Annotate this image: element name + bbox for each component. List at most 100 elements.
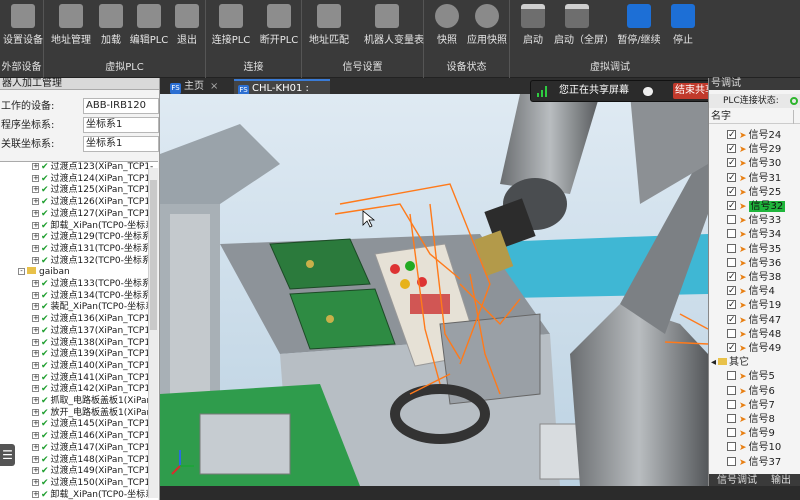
signal-checkbox[interactable] [727,270,736,284]
setup-device-button[interactable]: 设置设备 [0,4,46,52]
expand-icon[interactable]: + [32,256,39,264]
expand-icon[interactable]: + [32,455,39,463]
tree-item[interactable]: + ✔ 过渡点133(TCP0-坐标系 [32,279,151,291]
signal-row[interactable]: ➤ 信号8 [727,413,800,427]
expand-icon[interactable]: + [32,443,39,451]
signal-checkbox[interactable] [727,229,736,239]
signal-row[interactable]: ➤ 信号37 [727,456,800,470]
signal-checkbox[interactable] [727,313,736,327]
stop-button[interactable]: 停止 [660,4,706,52]
expand-icon[interactable]: + [32,221,39,229]
expand-icon[interactable]: + [32,490,39,498]
signal-row[interactable]: ➤信号31 [727,171,800,186]
tree-item[interactable]: + ✔ 过渡点123(XiPan_TCP1- [32,162,153,174]
signal-checkbox[interactable] [727,456,736,466]
tree-folder[interactable]: - gaiban [18,267,70,279]
signal-checkbox[interactable] [727,284,736,298]
signal-row[interactable]: ➤信号47 [727,313,800,328]
linked-frame-field[interactable]: 坐标系1 [83,136,159,152]
tree-item[interactable]: + ✔ 过渡点149(XiPan_TCP1- [32,466,153,478]
expand-icon[interactable]: + [32,198,39,206]
expand-icon[interactable]: + [32,408,39,416]
tree-item[interactable]: + ✔ 过渡点150(XiPan_TCP1- [32,478,153,490]
signal-row[interactable]: ➤信号4 [727,284,800,299]
signal-row[interactable]: ➤ 信号10 [727,441,800,455]
signal-checkbox[interactable] [727,171,736,185]
tree-item[interactable]: + ✔ 过渡点132(TCP0-坐标系 [32,256,151,268]
signal-row[interactable]: ➤信号32 [727,199,800,214]
tree-item[interactable]: + ✔ 过渡点139(XiPan_TCP1- [32,349,153,361]
expand-icon[interactable]: + [32,326,39,334]
disconnect-plc-button[interactable]: 断开PLC [256,4,302,52]
signal-checkbox[interactable] [727,185,736,199]
signal-group-other[interactable]: ◂ 其它 [711,356,749,370]
expand-icon[interactable]: + [32,467,39,475]
expand-icon[interactable]: + [32,373,39,381]
tree-item[interactable]: + ✔ 过渡点142(XiPan_TCP1- [32,384,153,396]
expand-icon[interactable]: + [32,244,39,252]
expand-icon[interactable]: + [32,303,39,311]
tree-item[interactable]: + ✔ 过渡点138(XiPan_TCP1- [32,338,153,350]
column-name[interactable]: 名字 [711,110,731,124]
robot-variable-table-button[interactable]: 机器人变量表 [364,4,424,52]
expand-icon[interactable]: + [32,174,39,182]
signal-checkbox[interactable] [727,371,736,381]
expand-icon[interactable]: + [32,291,39,299]
signal-checkbox[interactable] [727,215,736,225]
3d-viewport[interactable] [160,94,708,486]
start-button[interactable]: 启动 [510,4,556,52]
expand-icon[interactable]: + [32,209,39,217]
expand-icon[interactable]: + [32,420,39,428]
expand-icon[interactable]: + [32,338,39,346]
tree-item[interactable]: + ✔ 过渡点124(XiPan_TCP1- [32,174,153,186]
tree-item[interactable]: + ✔ 卸载_XiPan(TCP0-坐标系 [32,221,154,233]
tree-item[interactable]: + ✔ 过渡点137(XiPan_TCP1- [32,326,153,338]
tree-item[interactable]: + ✔ 过渡点140(XiPan_TCP1- [32,361,153,373]
signal-checkbox[interactable] [727,156,736,170]
column-value[interactable] [793,110,800,124]
address-match-button[interactable]: 地址匹配 [306,4,352,52]
tree-item[interactable]: + ✔ 放开_电路板盖板1(XiPar [32,408,150,420]
program-frame-field[interactable]: 坐标系1 [83,117,159,133]
expand-icon[interactable]: + [32,478,39,486]
tab-chl-kh01[interactable]: FSCHL-KH01 : 1*× [234,79,330,109]
signal-checkbox[interactable] [727,414,736,423]
pause-resume-button[interactable]: 暂停/继续 [616,4,662,52]
signal-row[interactable]: ➤ 信号36 [727,257,800,271]
start-fullscreen-button[interactable]: 启动（全屏） [554,4,614,52]
working-device-field[interactable]: ABB-IRB120 [83,98,159,114]
tree-item[interactable]: + ✔ 抓取_电路板盖板1(XiPar [32,396,150,408]
apply-snapshot-button[interactable]: 应用快照 [464,4,510,52]
signal-row[interactable]: ➤ 信号34 [727,228,800,242]
signal-row[interactable]: ➤ 信号33 [727,214,800,228]
hamburger-menu-icon[interactable]: ☰ [0,444,15,466]
expand-icon[interactable]: + [32,186,39,194]
tree-item[interactable]: + ✔ 过渡点145(XiPan_TCP1- [32,419,153,431]
signal-row[interactable]: ➤ 信号7 [727,399,800,413]
signal-checkbox[interactable] [727,199,736,213]
signal-checkbox[interactable] [727,341,736,355]
signal-row[interactable]: ➤信号19 [727,298,800,313]
signal-checkbox[interactable] [727,128,736,142]
close-icon[interactable]: × [210,81,218,92]
tree-item[interactable]: + ✔ 过渡点146(XiPan_TCP1- [32,431,153,443]
expand-icon[interactable]: + [32,315,39,323]
signal-row[interactable]: ➤信号24 [727,128,800,143]
collapse-icon[interactable]: ◂ [711,357,716,368]
signal-row[interactable]: ➤信号30 [727,156,800,171]
tree-scrollbar[interactable] [148,168,158,498]
tab-home[interactable]: FS 主页 × [166,79,228,94]
signal-checkbox[interactable] [727,399,736,409]
signal-row[interactable]: ➤ 信号48 [727,328,800,342]
signal-row[interactable]: ➤信号25 [727,185,800,200]
signal-checkbox[interactable] [727,442,736,452]
expand-icon[interactable]: + [32,361,39,369]
tree-item[interactable]: + ✔ 过渡点126(XiPan_TCP1- [32,197,153,209]
signal-row[interactable]: ➤信号29 [727,142,800,157]
signal-row[interactable]: ➤ 信号5 [727,370,800,384]
tree-item[interactable]: + ✔ 过渡点125(XiPan_TCP1- [32,185,153,197]
tree-item[interactable]: + ✔ 过渡点136(XiPan_TCP1- [32,314,153,326]
expand-icon[interactable]: + [32,385,39,393]
signal-row[interactable]: ➤信号49 [727,341,800,356]
signal-checkbox[interactable] [727,298,736,312]
